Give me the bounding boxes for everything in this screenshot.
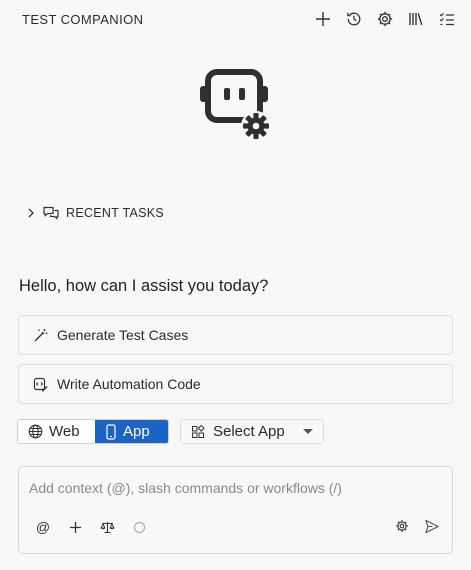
add-context-button[interactable] (67, 519, 83, 535)
composer-tools: @ (35, 519, 147, 535)
chevron-right-icon (28, 208, 34, 218)
panel-header: TEST COMPANION (0, 0, 471, 38)
settings-button[interactable] (375, 9, 395, 29)
chat-composer: @ (18, 466, 453, 554)
chat-input[interactable] (29, 477, 439, 499)
plus-icon (69, 521, 81, 533)
magic-wand-icon (34, 328, 48, 341)
balance-button[interactable] (99, 519, 115, 535)
chat-bubbles-icon (43, 206, 59, 220)
plus-icon (316, 12, 330, 26)
app-mode-label: App (123, 423, 150, 440)
recent-tasks-label: RECENT TASKS (66, 206, 165, 220)
web-mode-option[interactable]: Web (18, 420, 95, 443)
library-icon (409, 13, 423, 26)
apps-icon (192, 424, 205, 438)
globe-icon (28, 424, 43, 439)
greeting-heading: Hello, how can I assist you today? (19, 277, 269, 295)
chevron-down-icon (303, 429, 313, 434)
history-icon (347, 12, 361, 26)
generate-test-cases-label: Generate Test Cases (57, 327, 189, 343)
mobile-icon (106, 423, 116, 440)
checklist-icon (439, 12, 454, 26)
composer-settings-button[interactable] (394, 518, 410, 534)
header-actions (313, 9, 457, 29)
at-icon: @ (35, 519, 51, 535)
robot-gear-icon (200, 69, 271, 141)
web-mode-label: Web (49, 423, 80, 440)
select-app-dropdown[interactable]: Select App (180, 419, 324, 444)
scale-icon (99, 521, 115, 533)
write-automation-code-label: Write Automation Code (57, 376, 201, 392)
code-edit-icon (33, 377, 48, 391)
composer-right-actions (394, 518, 440, 534)
select-app-label: Select App (213, 423, 285, 440)
history-button[interactable] (344, 9, 364, 29)
recent-tasks-toggle[interactable]: RECENT TASKS (26, 205, 164, 221)
platform-toggle: Web App (17, 419, 169, 444)
send-button[interactable] (424, 518, 440, 534)
tasks-button[interactable] (437, 9, 457, 29)
library-button[interactable] (406, 9, 426, 29)
send-icon (425, 519, 439, 533)
status-indicator[interactable] (131, 519, 147, 535)
generate-test-cases-button[interactable]: Generate Test Cases (18, 315, 453, 355)
gear-icon (377, 11, 393, 27)
write-automation-code-button[interactable]: Write Automation Code (18, 364, 453, 404)
app-mode-option[interactable]: App (95, 420, 168, 443)
circle-icon (133, 521, 145, 533)
mention-button[interactable]: @ (35, 519, 51, 535)
new-chat-button[interactable] (313, 9, 333, 29)
panel-title: TEST COMPANION (22, 11, 144, 27)
gear-icon (396, 520, 408, 532)
